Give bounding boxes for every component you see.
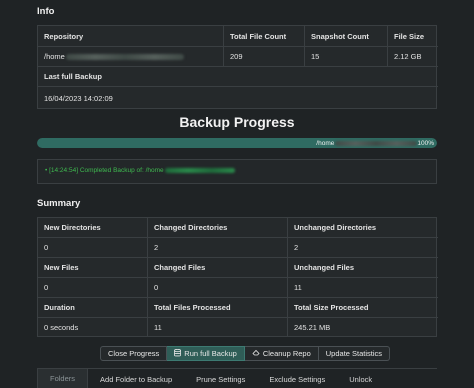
info-table: Repository Total File Count Snapshot Cou… [37, 25, 438, 109]
header-repository: Repository [38, 26, 224, 47]
file-size-value: 2.12 GB [388, 47, 438, 67]
summary-label: New Directories [38, 218, 148, 238]
summary-label: Unchanged Files [288, 258, 438, 278]
file-count-value: 209 [224, 47, 305, 67]
summary-value: 11 [148, 318, 288, 337]
action-button-group: Close Progress Run full Backup Cleanup R… [100, 346, 391, 361]
last-backup-label: Last full Backup [38, 67, 438, 87]
progress-bar: /home 100% [37, 138, 437, 148]
header-file-count: Total File Count [224, 26, 305, 47]
summary-label: Total Files Processed [148, 298, 288, 318]
summary-value: 245.21 MB [294, 323, 331, 332]
log-message: Completed Backup of: /home [79, 167, 164, 174]
summary-value: 0 [148, 278, 288, 298]
cleanup-repo-label: Cleanup Repo [262, 349, 311, 358]
tab-exclude-settings[interactable]: Exclude Settings [257, 369, 337, 388]
summary-value: 0 [38, 278, 148, 298]
summary-label: New Files [38, 258, 148, 278]
progress-percent: 100% [417, 139, 434, 147]
run-full-backup-label: Run full Backup [184, 349, 237, 358]
log-timestamp: [14:24:54] [49, 167, 79, 174]
cleanup-repo-button[interactable]: Cleanup Repo [244, 346, 319, 361]
tab-unlock[interactable]: Unlock [337, 369, 384, 388]
redacted-path [335, 140, 418, 146]
summary-label: Changed Directories [148, 218, 288, 238]
progress-path: /home [316, 139, 335, 147]
close-progress-label: Close Progress [108, 349, 160, 358]
eraser-icon [252, 349, 260, 358]
summary-value: 11 [288, 278, 438, 298]
repository-path: /home [44, 52, 65, 61]
info-title: Info [37, 6, 55, 17]
close-progress-button[interactable]: Close Progress [100, 346, 168, 361]
header-snapshot-count: Snapshot Count [305, 26, 388, 47]
log-bullet: • [45, 167, 48, 174]
summary-value: 0 [38, 238, 148, 258]
summary-value: 0 seconds [38, 318, 148, 337]
tab-add-folder[interactable]: Add Folder to Backup [88, 369, 184, 388]
progress-bar-label: /home 100% [316, 138, 434, 148]
redacted-path [164, 167, 235, 173]
tab-prune-settings[interactable]: Prune Settings [184, 369, 257, 388]
summary-label: Unchanged Directories [288, 218, 438, 238]
run-full-backup-button[interactable]: Run full Backup [167, 346, 245, 361]
tab-folders[interactable]: Folders [37, 368, 89, 388]
summary-label: Total Size Processed [288, 298, 438, 318]
summary-table: New Directories Changed Directories Unch… [37, 217, 438, 337]
header-file-size: File Size [388, 26, 438, 47]
update-statistics-label: Update Statistics [325, 349, 383, 358]
backup-progress-title: Backup Progress [179, 114, 295, 130]
update-statistics-button[interactable]: Update Statistics [318, 346, 391, 361]
summary-title: Summary [37, 198, 81, 209]
redacted-path [65, 53, 184, 60]
summary-value: 2 [288, 238, 438, 258]
summary-label: Changed Files [148, 258, 288, 278]
snapshot-count-value: 15 [305, 47, 388, 67]
summary-label: Duration [38, 298, 148, 318]
repository-value: /home [38, 47, 224, 67]
summary-value: 2 [148, 238, 288, 258]
bottom-tabs: Folders Add Folder to Backup Prune Setti… [37, 368, 437, 388]
database-icon [174, 348, 182, 359]
log-output: • [14:24:54] Completed Backup of: /home [37, 159, 437, 184]
last-backup-value: 16/04/2023 14:02:09 [44, 93, 113, 103]
